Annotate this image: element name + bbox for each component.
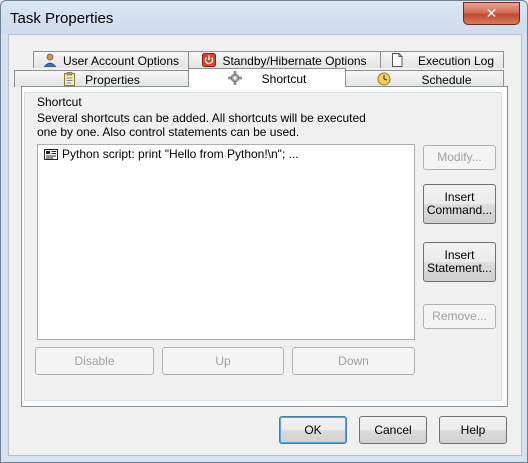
- task-properties-window: Task Properties ✕ User Account Options S…: [0, 0, 528, 463]
- tab-label: Execution Log: [417, 53, 495, 68]
- insert-command-line2: Command...: [426, 203, 493, 217]
- clock-icon: [377, 72, 391, 86]
- disable-button-label: Disable: [74, 353, 115, 368]
- tab-shortcut[interactable]: Shortcut: [188, 68, 346, 87]
- tab-label: User Account Options: [62, 53, 180, 68]
- power-icon: [202, 53, 217, 67]
- gear-icon: [227, 71, 242, 85]
- down-button[interactable]: Down: [292, 347, 415, 375]
- remove-button-label: Remove...: [432, 309, 487, 323]
- document-icon: [390, 53, 404, 67]
- list-item[interactable]: Python script: print "Hello from Python!…: [44, 147, 299, 161]
- close-icon: ✕: [485, 5, 498, 21]
- up-button-label: Up: [215, 353, 231, 368]
- tab-label: Standby/Hibernate Options: [222, 53, 367, 68]
- help-button-label: Help: [460, 422, 486, 437]
- ok-button[interactable]: OK: [279, 416, 347, 444]
- shortcut-description: Several shortcuts can be added. All shor…: [37, 111, 366, 139]
- tab-schedule[interactable]: Schedule: [345, 70, 504, 87]
- insert-command-label: Insert Command...: [427, 191, 492, 217]
- modify-button-label: Modify...: [437, 150, 482, 164]
- tab-label: Properties: [85, 72, 140, 87]
- up-button[interactable]: Up: [162, 347, 284, 375]
- user-icon: [43, 53, 57, 67]
- title-bar[interactable]: Task Properties ✕: [1, 1, 527, 35]
- down-button-label: Down: [338, 353, 369, 368]
- insert-statement-label: Insert Statement...: [427, 249, 492, 275]
- shortcut-tab-panel: Shortcut Several shortcuts can be added.…: [21, 86, 508, 407]
- cancel-button[interactable]: Cancel: [359, 416, 427, 444]
- close-button[interactable]: ✕: [463, 2, 520, 25]
- help-button[interactable]: Help: [439, 416, 507, 444]
- remove-button[interactable]: Remove...: [423, 304, 496, 329]
- dialog-client-area: User Account Options Standby/Hibernate O…: [8, 34, 522, 456]
- tab-label: Schedule: [421, 72, 472, 87]
- insert-statement-line2: Statement...: [427, 261, 492, 275]
- properties-icon: [63, 72, 77, 86]
- ok-button-label: OK: [304, 422, 322, 437]
- shortcut-list[interactable]: Python script: print "Hello from Python!…: [37, 144, 415, 340]
- tab-label: Shortcut: [261, 71, 307, 86]
- shortcut-group: Shortcut Several shortcuts can be added.…: [24, 92, 502, 401]
- modify-button[interactable]: Modify...: [423, 145, 496, 170]
- disable-button[interactable]: Disable: [35, 347, 154, 375]
- tab-execution-log[interactable]: Execution Log: [380, 51, 504, 68]
- insert-command-button[interactable]: Insert Command...: [423, 184, 496, 224]
- insert-statement-button[interactable]: Insert Statement...: [423, 242, 496, 282]
- window-title: Task Properties: [10, 10, 114, 27]
- tab-user-account-options[interactable]: User Account Options: [33, 51, 189, 68]
- tab-standby-hibernate-options[interactable]: Standby/Hibernate Options: [188, 51, 381, 68]
- group-title: Shortcut: [35, 95, 84, 109]
- script-icon: [44, 148, 58, 160]
- tab-properties[interactable]: Properties: [14, 70, 189, 87]
- cancel-button-label: Cancel: [374, 422, 412, 437]
- list-item-text: Python script: print "Hello from Python!…: [62, 147, 299, 161]
